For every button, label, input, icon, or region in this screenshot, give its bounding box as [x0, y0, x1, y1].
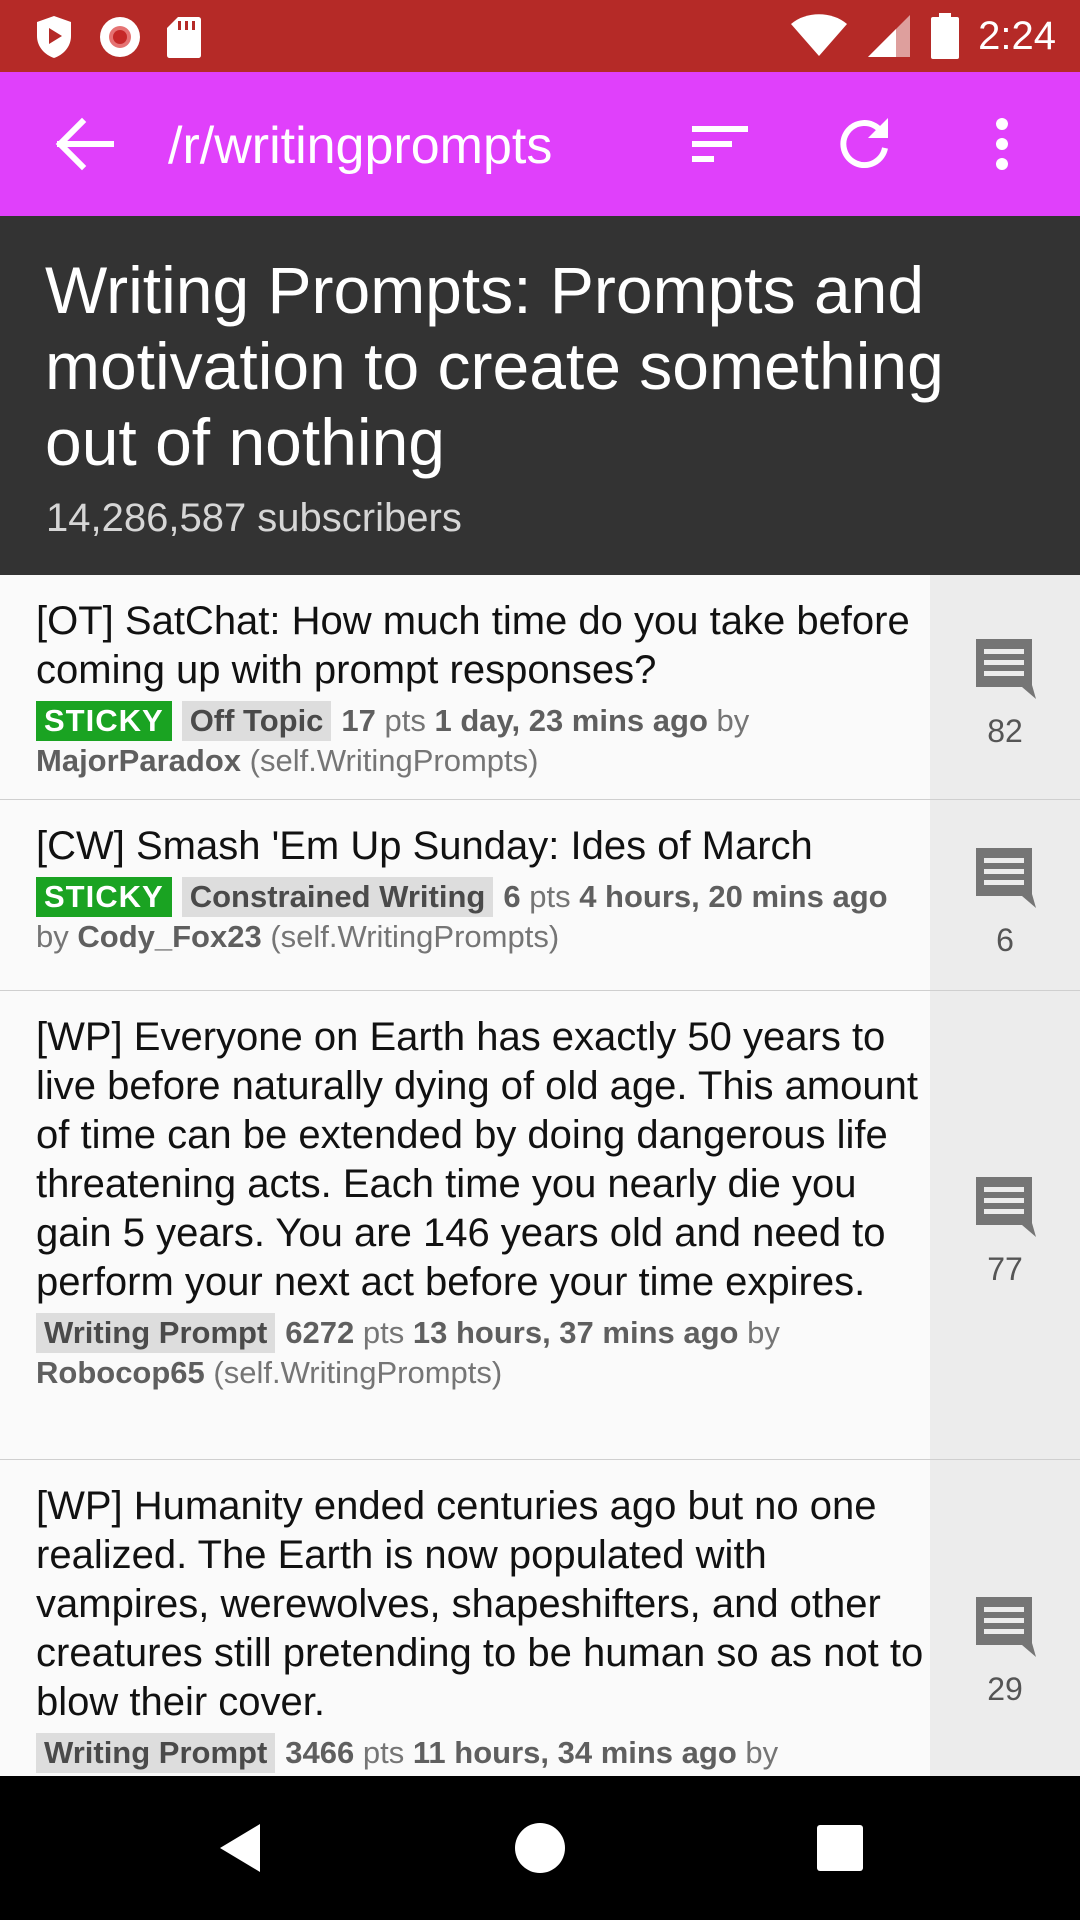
post-score: 3466: [285, 1735, 355, 1770]
post-item[interactable]: [CW] Smash 'Em Up Sunday: Ides of March …: [0, 800, 1080, 991]
post-author[interactable]: Robocop65: [36, 1355, 205, 1390]
status-bar: 2:24: [0, 0, 1080, 72]
subreddit-description: Writing Prompts: Prompts and motivation …: [45, 253, 944, 479]
post-domain: (self.WritingPrompts): [249, 743, 539, 778]
comment-count: 82: [987, 713, 1023, 749]
comment-icon: [976, 848, 1036, 908]
pts-label: pts: [529, 879, 571, 914]
signal-icon: [868, 15, 911, 57]
comment-icon: [976, 1177, 1036, 1237]
sticky-badge: STICKY: [36, 877, 172, 917]
wifi-icon: [791, 14, 848, 56]
post-item[interactable]: [OT] SatChat: How much time do you take …: [0, 575, 1080, 800]
refresh-icon[interactable]: [834, 114, 894, 174]
sticky-badge: STICKY: [36, 701, 172, 741]
comments-button[interactable]: 77: [930, 991, 1080, 1459]
sort-icon[interactable]: [690, 114, 750, 174]
flair-badge: Writing Prompt: [36, 1313, 276, 1353]
post-content[interactable]: [WP] Everyone on Earth has exactly 50 ye…: [36, 1013, 930, 1393]
flair-badge: Writing Prompt: [36, 1733, 276, 1773]
post-domain: (self.WritingPrompts): [213, 1355, 503, 1390]
by-label: by: [716, 703, 750, 738]
comment-icon: [976, 1597, 1036, 1657]
by-label: by: [745, 1735, 779, 1770]
subscriber-count: 14,286,587 subscribers: [46, 496, 462, 540]
shield-play-icon: [37, 16, 71, 58]
home-circle-icon[interactable]: [512, 1820, 568, 1876]
post-content[interactable]: [CW] Smash 'Em Up Sunday: Ides of March …: [36, 822, 930, 957]
comment-count: 6: [996, 922, 1014, 958]
post-score: 6272: [285, 1315, 355, 1350]
subreddit-title: /r/writingprompts: [168, 117, 553, 175]
post-meta: STICKY Off Topic 17 pts 1 day, 23 mins ago…: [36, 701, 930, 781]
post-time: 13 hours, 37 mins ago: [412, 1315, 739, 1350]
post-score: 17: [341, 703, 376, 738]
post-time: 1 day, 23 mins ago: [434, 703, 708, 738]
post-content[interactable]: [WP] Humanity ended centuries ago but no…: [36, 1482, 930, 1773]
by-label: by: [36, 919, 69, 954]
status-time: 2:24: [978, 14, 1056, 58]
record-icon: [100, 17, 140, 57]
comments-button[interactable]: 82: [930, 575, 1080, 799]
post-author[interactable]: Cody_Fox23: [77, 919, 261, 954]
post-title[interactable]: [WP] Everyone on Earth has exactly 50 ye…: [36, 1013, 930, 1307]
post-content[interactable]: [OT] SatChat: How much time do you take …: [36, 597, 930, 781]
pts-label: pts: [362, 1735, 405, 1770]
comment-icon: [976, 639, 1036, 699]
by-label: by: [747, 1315, 780, 1350]
flair-badge: Off Topic: [181, 701, 332, 741]
battery-icon: [931, 13, 960, 59]
more-vert-icon[interactable]: [972, 114, 1032, 174]
post-title[interactable]: [OT] SatChat: How much time do you take …: [36, 597, 930, 695]
subreddit-header: Writing Prompts: Prompts and motivation …: [0, 216, 1080, 575]
post-time: 11 hours, 34 mins ago: [412, 1735, 737, 1770]
post-title[interactable]: [CW] Smash 'Em Up Sunday: Ides of March: [36, 822, 930, 871]
post-score: 6: [503, 879, 521, 914]
post-time: 4 hours, 20 mins ago: [579, 879, 888, 914]
system-nav-bar: [0, 1776, 1080, 1920]
post-domain: (self.WritingPrompts): [270, 919, 560, 954]
post-title[interactable]: [WP] Humanity ended centuries ago but no…: [36, 1482, 930, 1727]
back-triangle-icon[interactable]: [212, 1820, 268, 1876]
recents-square-icon[interactable]: [812, 1820, 868, 1876]
comments-button[interactable]: 6: [930, 800, 1080, 990]
post-meta: STICKY Constrained Writing 6 pts 4 hours, …: [36, 877, 930, 957]
pts-label: pts: [384, 703, 426, 738]
post-item[interactable]: [WP] Everyone on Earth has exactly 50 ye…: [0, 991, 1080, 1460]
post-meta: Writing Prompt 3466 pts 11 hours, 34 mins…: [36, 1733, 930, 1773]
back-arrow-icon[interactable]: [54, 116, 114, 172]
comments-button[interactable]: 29: [930, 1460, 1080, 1776]
comment-count: 77: [987, 1251, 1023, 1287]
sd-card-icon: [167, 17, 201, 58]
pts-label: pts: [362, 1315, 405, 1350]
post-item[interactable]: [WP] Humanity ended centuries ago but no…: [0, 1460, 1080, 1776]
post-meta: Writing Prompt 6272 pts 13 hours, 37 mins…: [36, 1313, 930, 1393]
flair-badge: Constrained Writing: [181, 877, 494, 917]
post-author[interactable]: MajorParadox: [36, 743, 241, 778]
comment-count: 29: [987, 1671, 1023, 1707]
app-bar: /r/writingprompts: [0, 72, 1080, 216]
